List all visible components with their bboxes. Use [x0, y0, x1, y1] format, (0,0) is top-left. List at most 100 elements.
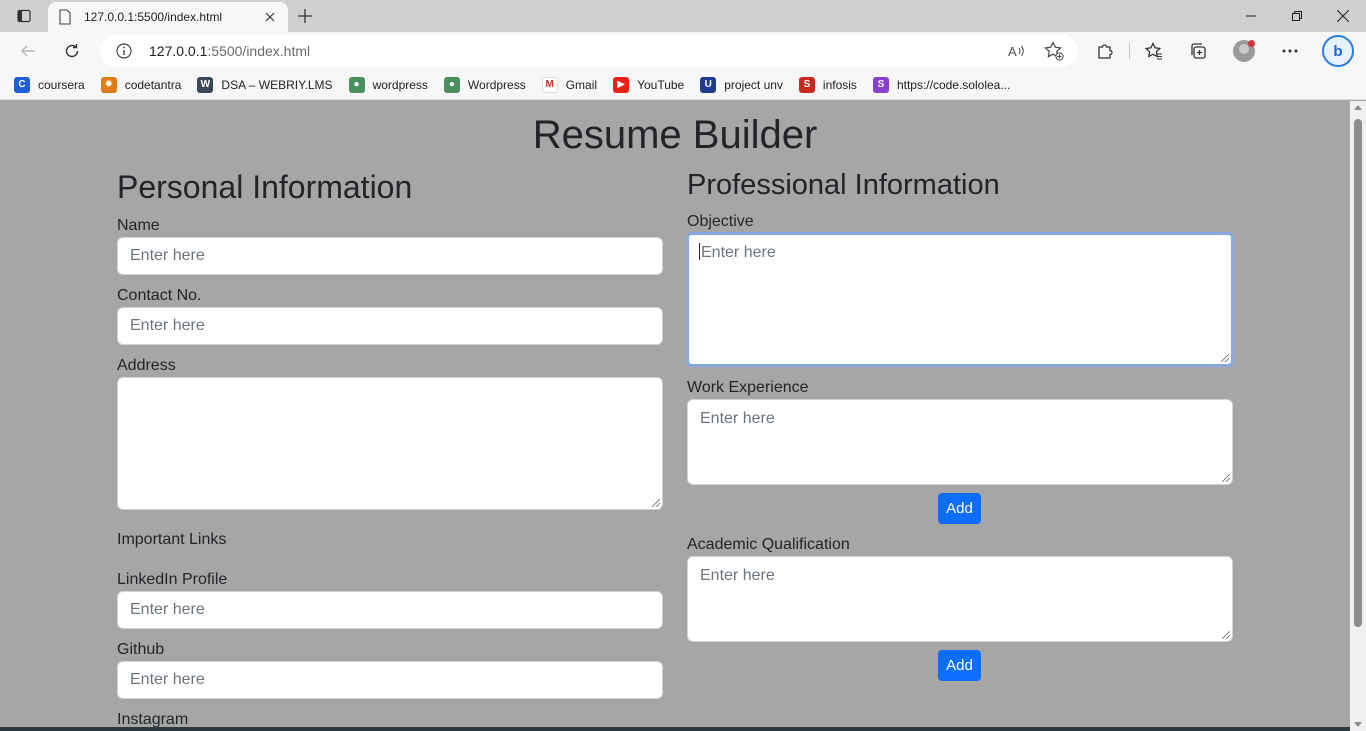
professional-heading: Professional Information [687, 169, 1000, 201]
bookmark-item[interactable]: Sinfosis [798, 76, 857, 93]
back-arrow-icon [21, 45, 35, 57]
infosis-icon: S [798, 76, 815, 93]
name-label: Name [117, 217, 160, 234]
bookmark-label: wordpress [372, 77, 428, 92]
resize-handle-icon[interactable] [652, 499, 660, 507]
youtube-icon: ▶ [613, 76, 630, 93]
page-title: Resume Builder [532, 113, 818, 157]
back-button[interactable] [13, 36, 43, 66]
bookmark-label: Wordpress [467, 77, 526, 92]
bookmark-item[interactable]: Uproject unv [700, 76, 783, 93]
github-input[interactable]: Enter here [117, 661, 663, 699]
academic-textarea[interactable]: Enter here [687, 556, 1233, 642]
url-text: 127.0.0.1:5500/index.html [149, 43, 311, 59]
page-content: Resume Builder Personal Information Name… [0, 101, 1350, 731]
puzzle-icon [1098, 44, 1113, 59]
collections-icon [1191, 43, 1206, 59]
resize-handle-icon[interactable] [1222, 631, 1230, 639]
refresh-icon [65, 44, 79, 58]
close-window-button[interactable] [1320, 0, 1366, 32]
objective-label: Objective [687, 213, 754, 230]
bookmark-label: https://code.sololea... [896, 77, 1011, 92]
academic-label: Academic Qualification [687, 536, 850, 553]
bookmark-item[interactable]: ✹ codetantra [100, 76, 182, 93]
close-tab-icon[interactable] [262, 9, 278, 25]
bookmark-item[interactable]: ▶ YouTube [613, 76, 685, 93]
bookmark-item[interactable]: M Gmail [541, 76, 598, 93]
settings-more-button[interactable] [1275, 36, 1305, 66]
tab-actions-button[interactable] [0, 0, 48, 32]
bookmark-label: YouTube [637, 77, 685, 92]
scroll-down-icon[interactable] [1354, 722, 1362, 727]
bookmark-label: codetantra [124, 77, 182, 92]
bookmark-label: project unv [724, 77, 783, 92]
work-label: Work Experience [687, 379, 809, 396]
collections-button[interactable] [1183, 36, 1213, 66]
objective-textarea[interactable]: Enter here [686, 232, 1234, 367]
bookmark-label: coursera [38, 77, 85, 92]
linkedin-input[interactable]: Enter here [117, 591, 663, 629]
browser-tab[interactable]: 127.0.0.1:5500/index.html [48, 2, 288, 32]
linkedin-label: LinkedIn Profile [117, 571, 228, 588]
restore-icon [1292, 11, 1302, 21]
tab-title: 127.0.0.1:5500/index.html [84, 10, 223, 24]
bookmark-item[interactable]: ● wordpress [348, 76, 428, 93]
plus-icon [298, 9, 312, 23]
linkedin-placeholder: Enter here [130, 601, 205, 618]
tab-strip: 127.0.0.1:5500/index.html [0, 0, 1366, 32]
minimize-button[interactable] [1228, 0, 1274, 32]
resize-handle-icon[interactable] [1221, 354, 1229, 362]
links-heading: Important Links [117, 531, 227, 548]
address-label: Address [117, 357, 176, 374]
contact-label: Contact No. [117, 287, 202, 304]
page-scrollbar[interactable] [1350, 101, 1366, 731]
gmail-icon: M [541, 76, 558, 93]
name-input[interactable]: Enter here [117, 237, 663, 275]
contact-placeholder: Enter here [130, 317, 205, 334]
refresh-button[interactable] [57, 36, 87, 66]
address-bar[interactable]: 127.0.0.1:5500/index.html A [100, 35, 1078, 67]
restore-button[interactable] [1274, 0, 1320, 32]
info-icon[interactable] [116, 43, 132, 59]
name-placeholder: Enter here [130, 247, 205, 264]
github-label: Github [117, 641, 165, 658]
bookmark-label: infosis [822, 77, 857, 92]
add-academic-button[interactable]: Add [938, 650, 981, 681]
minimize-icon [1246, 15, 1256, 17]
bookmarks-bar: Ccoursera ✹ codetantra W DSA – WEBRIY.LMS ● wo… [0, 70, 1366, 100]
toolbar-divider [1129, 43, 1130, 59]
profile-notification-dot [1248, 40, 1255, 47]
globe-icon: ● [443, 76, 460, 93]
scroll-up-icon[interactable] [1354, 105, 1362, 110]
coursera-icon: C [14, 76, 30, 93]
close-icon [1337, 10, 1349, 22]
favorites-icon [1145, 42, 1162, 60]
bookmark-label: DSA – WEBRIY.LMS [221, 77, 333, 92]
bookmark-item[interactable]: ● Wordpress [443, 76, 526, 93]
address-textarea[interactable] [117, 377, 663, 510]
extensions-button[interactable] [1090, 36, 1120, 66]
scrollbar-thumb[interactable] [1354, 119, 1362, 627]
bookmark-item[interactable]: Ccoursera [14, 76, 85, 93]
new-tab-button[interactable] [292, 4, 318, 28]
bookmark-item[interactable]: W DSA – WEBRIY.LMS [197, 76, 333, 93]
resize-handle-icon[interactable] [1222, 474, 1230, 482]
contact-input[interactable]: Enter here [117, 307, 663, 345]
favorites-button[interactable] [1139, 36, 1169, 66]
text-caret [699, 243, 700, 260]
tab-actions-icon [17, 9, 31, 23]
taskbar-edge [0, 727, 1350, 731]
personal-heading: Personal Information [117, 169, 413, 205]
bing-copilot-icon[interactable]: b [1322, 35, 1354, 67]
work-textarea[interactable]: Enter here [687, 399, 1233, 485]
work-placeholder: Enter here [700, 410, 775, 427]
svg-text:A: A [1008, 44, 1017, 59]
read-aloud-icon[interactable]: A [1007, 41, 1027, 61]
bookmark-label: Gmail [565, 77, 598, 92]
bookmark-item[interactable]: Shttps://code.sololea... [872, 76, 1011, 93]
page-icon [58, 9, 72, 25]
add-favorite-icon[interactable] [1044, 41, 1064, 61]
university-icon: U [700, 76, 717, 93]
add-work-button[interactable]: Add [938, 493, 981, 524]
wordpress-icon: W [197, 76, 214, 93]
